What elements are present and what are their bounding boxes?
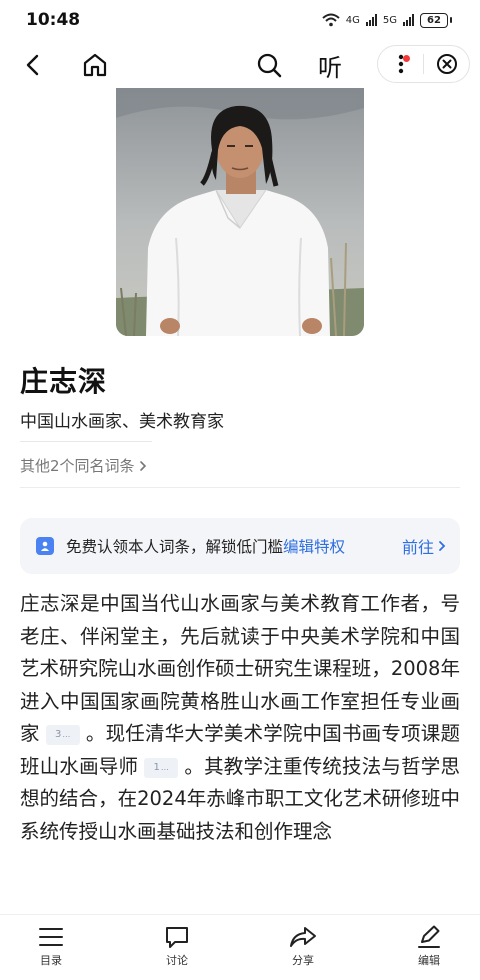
notification-dot (403, 55, 411, 62)
battery-icon: 62 (420, 12, 448, 28)
ellipsis-icon: … (62, 730, 71, 739)
tab-catalog[interactable]: 目录 (16, 925, 86, 968)
tab-label: 目录 (40, 954, 62, 967)
list-icon (39, 928, 63, 946)
listen-label: 听 (318, 53, 342, 82)
chevron-left-icon (26, 54, 39, 76)
go-label: 前往 (401, 538, 434, 557)
reference-number: 3 (55, 729, 62, 740)
claim-text-main: 免费认领本人词条，解锁低门槛 (66, 538, 284, 556)
reference-number: 1 (153, 761, 160, 773)
tab-label: 编辑 (418, 954, 440, 967)
claim-text: 免费认领本人词条，解锁低门槛编辑特权 (66, 535, 345, 557)
search-button[interactable] (252, 48, 286, 82)
user-badge-icon (36, 537, 54, 555)
reference-badge[interactable]: 3… (45, 725, 80, 746)
chevron-right-icon (139, 460, 146, 471)
entry-subtitle: 中国山水画家、美术教育家 (20, 412, 224, 432)
entry-summary: 庄志深是中国当代山水画家与美术教育工作者，号老庄、伴闲堂主，先后就读于中央美术学… (20, 588, 460, 848)
divider (20, 441, 152, 442)
status-icons: 4G 5G 62 (322, 12, 452, 28)
signal-icon (403, 14, 414, 26)
edit-privilege-link[interactable]: 编辑特权 (283, 538, 345, 556)
divider (20, 487, 460, 488)
more-button[interactable] (378, 46, 423, 82)
chevron-right-icon (439, 541, 446, 551)
home-icon (83, 53, 107, 77)
share-icon (290, 927, 316, 947)
homonym-link-label: 其他2个同名词条 (20, 457, 135, 475)
tab-label: 讨论 (166, 954, 188, 967)
tab-share[interactable]: 分享 (268, 925, 338, 968)
portrait-image[interactable] (116, 88, 364, 336)
portrait-photo (116, 88, 364, 336)
content-fade (0, 870, 480, 914)
close-button[interactable] (424, 46, 469, 82)
home-button[interactable] (78, 48, 112, 82)
go-button[interactable]: 前往 (402, 534, 446, 558)
reference-badge[interactable]: 1… (144, 757, 179, 778)
network-label-1: 4G (345, 14, 360, 26)
signal-icon (365, 14, 377, 26)
status-time: 10:48 (26, 10, 81, 30)
network-label-2: 5G (382, 14, 397, 26)
ellipsis-icon: … (160, 762, 169, 772)
search-icon (257, 53, 282, 78)
status-bar: 10:48 4G 5G 62 (0, 0, 480, 40)
entry-title: 庄志深 (20, 365, 108, 398)
homonym-link[interactable]: 其他2个同名词条 (20, 455, 147, 476)
bottom-tab-bar: 目录 讨论 分享 编辑 (0, 914, 480, 980)
comment-icon (166, 927, 188, 948)
tab-label: 分享 (292, 954, 314, 967)
listen-button[interactable]: 听 (313, 48, 347, 82)
wifi-icon (322, 13, 340, 27)
tab-edit[interactable]: 编辑 (394, 925, 464, 968)
battery-tip (450, 17, 452, 23)
back-button[interactable] (16, 48, 50, 82)
edit-icon (418, 925, 440, 948)
claim-entry-banner[interactable]: 免费认领本人词条，解锁低门槛编辑特权 前往 (20, 518, 460, 574)
tab-discuss[interactable]: 讨论 (142, 925, 212, 968)
mini-program-capsule (377, 45, 470, 83)
nav-bar: 听 (0, 42, 480, 88)
close-circle-icon (436, 54, 457, 74)
